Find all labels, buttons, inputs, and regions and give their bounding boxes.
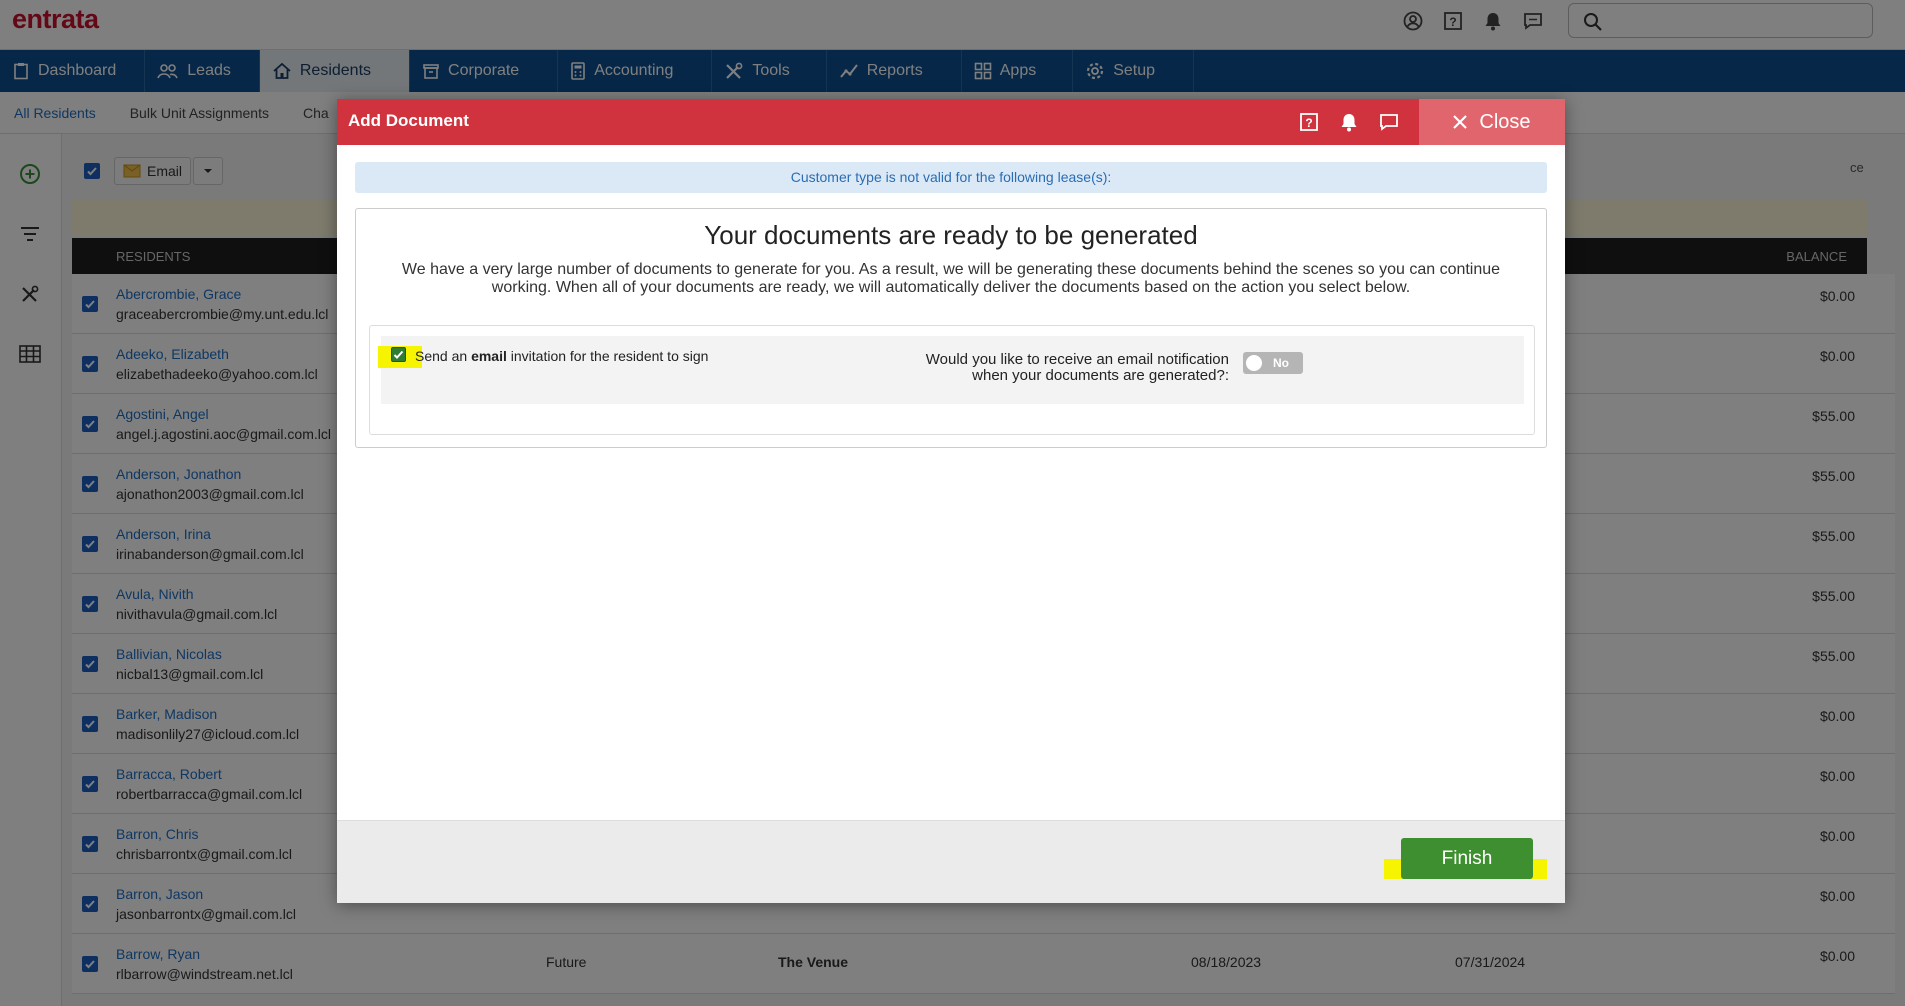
generation-description: We have a very large number of documents… (401, 261, 1501, 296)
modal-footer: Finish (337, 820, 1565, 903)
modal-header: Add Document ? Close (337, 99, 1565, 145)
svg-text:?: ? (1305, 116, 1312, 130)
finish-button[interactable]: Finish (1401, 838, 1533, 879)
modal-title: Add Document (348, 111, 469, 130)
notification-question: Would you like to receive an email notif… (925, 351, 1229, 384)
customer-type-notice: Customer type is not valid for the follo… (355, 162, 1547, 193)
chat-icon[interactable] (1377, 110, 1401, 134)
delivery-options: Send an email invitation for the residen… (369, 325, 1535, 435)
toggle-label: No (1273, 356, 1289, 370)
sign-label-bold: email (471, 348, 507, 364)
close-icon (1453, 115, 1468, 129)
toggle-knob (1246, 355, 1262, 371)
notification-toggle[interactable]: No (1243, 352, 1303, 374)
sign-label-suffix: invitation for the resident to sign (506, 348, 709, 364)
help-icon[interactable]: ? (1297, 110, 1321, 134)
delivery-option-row: Send an email invitation for the residen… (378, 336, 1524, 404)
close-label: Close (1479, 110, 1531, 133)
email-invitation-checkbox[interactable] (391, 347, 406, 362)
email-invitation-label[interactable]: Send an email invitation for the residen… (415, 348, 708, 364)
sign-label-prefix: Send an (415, 348, 472, 364)
close-button[interactable]: Close (1419, 99, 1565, 145)
add-document-modal: Add Document ? Close Customer type is no… (337, 99, 1565, 903)
generation-heading: Your documents are ready to be generated (704, 220, 1198, 250)
bell-icon[interactable] (1337, 110, 1361, 134)
generation-panel: Your documents are ready to be generated… (355, 208, 1547, 448)
